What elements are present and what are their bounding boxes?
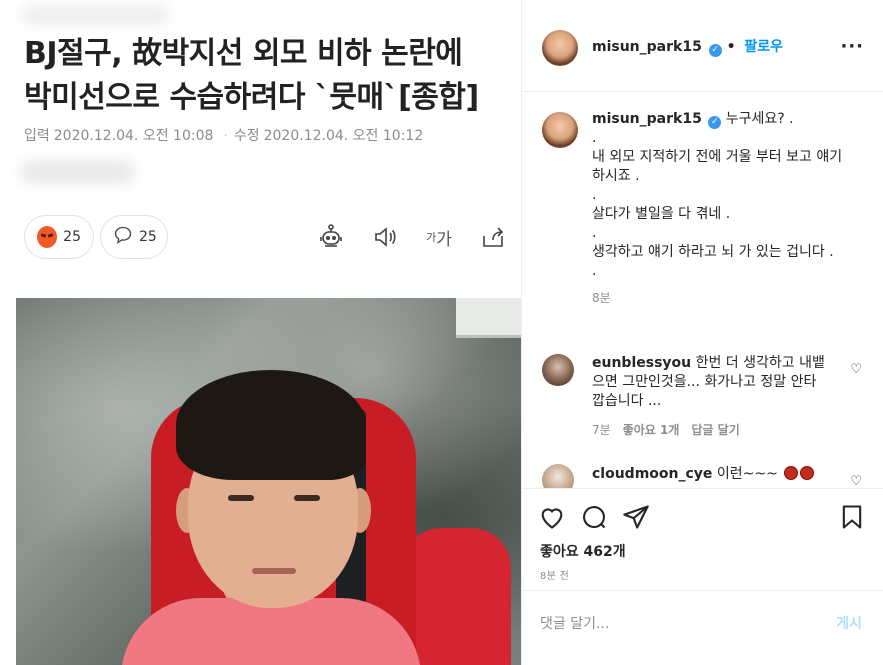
avatar[interactable] [542, 112, 578, 148]
speaker-audio-icon[interactable] [370, 222, 400, 252]
post-header: misun_park15 ✓ • 팔로우 ··· [522, 0, 883, 92]
speech-bubble-icon [113, 225, 133, 249]
avatar[interactable] [542, 30, 578, 66]
share-send-icon[interactable] [622, 503, 652, 533]
caption-line: 생각하고 얘기 하라고 뇌 가 있는 겁니다 . [592, 244, 834, 260]
comment-time: 7분 [592, 423, 611, 437]
post-comment-button[interactable]: 게시 [836, 613, 862, 633]
caption-line: . [592, 187, 597, 203]
post-author: misun_park15 ✓ • 팔로우 [592, 39, 784, 57]
avatar[interactable] [542, 354, 574, 386]
avatar[interactable] [542, 464, 574, 488]
bookmark-icon[interactable] [838, 503, 868, 533]
reply-button[interactable]: 답글 달기 [691, 421, 739, 440]
blurred-region [20, 160, 135, 184]
font-small-label: 가 [426, 231, 437, 244]
comment-text: 이런~~~ [716, 466, 778, 482]
caption-line: 살다가 별일을 다 겪네 . [592, 206, 731, 222]
comment-meta: 7분 좋아요 1개 답글 달기 [592, 421, 827, 440]
post-caption: misun_park15 ✓ 누구세요? . . 내 외모 지적하기 전에 거울… [592, 110, 854, 308]
comments-list[interactable]: misun_park15 ✓ 누구세요? . . 내 외모 지적하기 전에 거울… [522, 92, 883, 488]
comment-item: cloudmoon_cye 이런~~~ [592, 465, 827, 484]
follow-button[interactable]: 팔로우 [744, 39, 783, 55]
article-toolbar: 가가 [316, 222, 508, 252]
edit-label: 수정 [233, 128, 260, 144]
article-headline: BJ절구, 故박지선 외모 비하 논란에 박미선으로 수습하려다 `뭇매`[종합… [24, 32, 514, 120]
comment-username[interactable]: cloudmoon_cye [592, 466, 712, 482]
like-comment-heart-icon[interactable]: ♡ [850, 474, 862, 488]
caption-line: . [592, 130, 597, 146]
article-photo [16, 298, 521, 665]
like-comment-heart-icon[interactable]: ♡ [850, 362, 862, 377]
caption-line: 내 외모 지적하기 전에 거울 부터 보고 얘기하시죠 . [592, 149, 843, 184]
headline-line-2: 박미선으로 수습하려다 `뭇매`[종합] [24, 80, 479, 115]
caption-username[interactable]: misun_park15 [592, 111, 702, 127]
robot-summary-icon[interactable] [316, 222, 346, 252]
input-time: 2020.12.04. 오전 10:08 [53, 128, 214, 144]
share-icon[interactable] [478, 222, 508, 252]
reaction-button[interactable]: 25 [24, 215, 94, 259]
instagram-post-panel: misun_park15 ✓ • 팔로우 ··· misun_park15 ✓ … [521, 0, 883, 665]
post-actions: 좋아요 462개 8분 전 [522, 488, 883, 588]
angry-emoji-icon [800, 466, 815, 480]
add-comment-bar: 댓글 달기... 게시 [522, 590, 883, 650]
verified-badge-icon: ✓ [708, 44, 722, 57]
likes-count[interactable]: 좋아요 462개 [540, 541, 626, 561]
caption-line: . [592, 263, 597, 279]
caption-line: . [592, 225, 597, 241]
headline-line-1: BJ절구, 故박지선 외모 비하 논란에 [24, 36, 463, 71]
angry-face-icon [37, 226, 58, 248]
like-heart-icon[interactable] [538, 503, 568, 533]
verified-badge-icon: ✓ [708, 116, 722, 129]
caption-time: 8분 [592, 291, 611, 305]
input-label: 입력 [24, 128, 50, 144]
article-timestamps: 입력 2020.12.04. 오전 10:08 · 수정 2020.12.04. 오전 … [24, 125, 427, 145]
author-username[interactable]: misun_park15 [592, 39, 702, 55]
meta-separator: · [223, 128, 228, 144]
angry-emoji-icon [784, 466, 799, 480]
comment-username[interactable]: eunblessyou [592, 355, 691, 371]
blurred-region [20, 4, 170, 26]
edit-time: 2020.12.04. 오전 10:12 [263, 128, 424, 144]
more-options-icon[interactable]: ··· [840, 36, 864, 57]
caption-line: 누구세요? . [725, 111, 794, 127]
comment-input[interactable]: 댓글 달기... [540, 613, 609, 633]
reaction-count: 25 [63, 229, 81, 245]
comment-count-button[interactable]: 25 [100, 215, 168, 259]
comment-count: 25 [139, 229, 157, 245]
air-conditioner [456, 298, 521, 338]
news-article: BJ절구, 故박지선 외모 비하 논란에 박미선으로 수습하려다 `뭇매`[종합… [0, 0, 521, 665]
font-size-button[interactable]: 가가 [424, 222, 454, 252]
comment-item: eunblessyou 한번 더 생각하고 내뱉으면 그만인것을... 화가나고… [592, 354, 827, 440]
comment-likes-link[interactable]: 좋아요 1개 [623, 421, 680, 440]
font-large-label: 가 [436, 229, 452, 250]
posted-time: 8분 전 [540, 571, 570, 582]
comment-bubble-icon[interactable] [580, 503, 610, 533]
